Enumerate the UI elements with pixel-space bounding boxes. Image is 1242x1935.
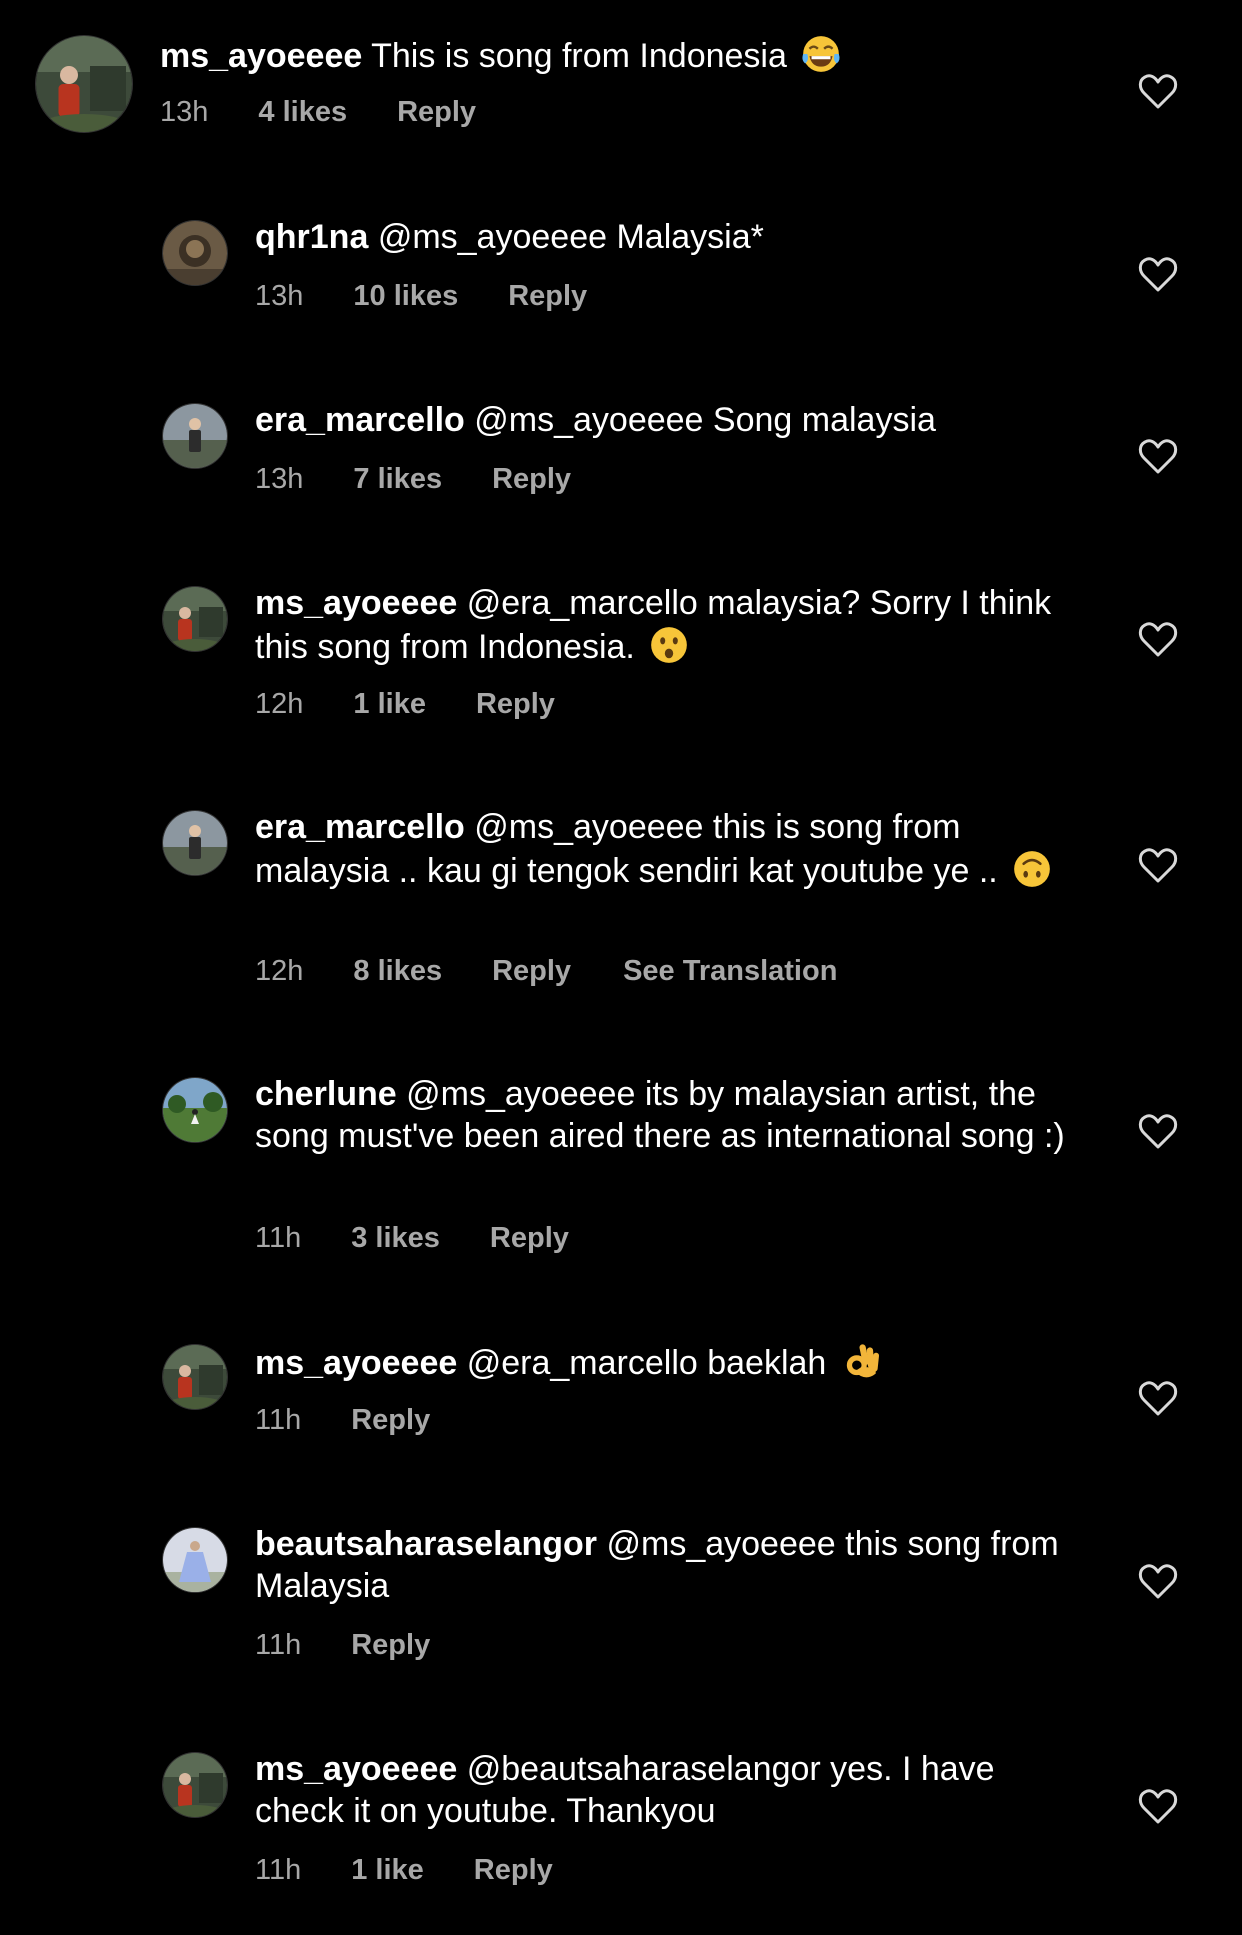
comment-body: ms_ayoeeee @beautsaharaselangor yes. I h… bbox=[255, 1748, 1072, 1832]
avatar[interactable] bbox=[163, 221, 227, 285]
heart-icon[interactable] bbox=[1138, 846, 1178, 884]
reply-button[interactable]: Reply bbox=[351, 1629, 430, 1662]
likes-count[interactable]: 7 likes bbox=[353, 463, 442, 496]
reply-button[interactable]: Reply bbox=[492, 955, 571, 988]
username[interactable]: ms_ayoeeee bbox=[255, 1750, 457, 1788]
comment-body: era_marcello @ms_ayoeeee Song malaysia bbox=[255, 399, 1072, 441]
timestamp: 11h bbox=[255, 1404, 302, 1436]
likes-count[interactable]: 1 like bbox=[351, 1854, 424, 1887]
username[interactable]: cherlune bbox=[255, 1075, 397, 1113]
heart-icon[interactable] bbox=[1138, 72, 1178, 110]
timestamp: 13h bbox=[255, 463, 304, 495]
likes-count[interactable]: 10 likes bbox=[353, 280, 458, 313]
comment-text: @era_marcello baeklah bbox=[466, 1344, 827, 1382]
likes-count[interactable]: 4 likes bbox=[258, 96, 347, 129]
timestamp: 11h bbox=[255, 1854, 302, 1886]
tears-of-joy-emoji-icon bbox=[800, 33, 842, 75]
comment-body: ms_ayoeeee @era_marcello malaysia? Sorry… bbox=[255, 582, 1072, 668]
comment-meta: 11h 3 likes Reply bbox=[255, 1222, 621, 1255]
avatar[interactable] bbox=[163, 1753, 227, 1817]
timestamp: 12h bbox=[255, 955, 304, 987]
timestamp: 11h bbox=[255, 1222, 302, 1254]
username[interactable]: ms_ayoeeee bbox=[160, 37, 362, 75]
heart-icon[interactable] bbox=[1138, 620, 1178, 658]
comment-body: beautsaharaselangor @ms_ayoeeee this son… bbox=[255, 1523, 1072, 1607]
comment-body: era_marcello @ms_ayoeeee this is song fr… bbox=[255, 806, 1072, 892]
timestamp: 12h bbox=[255, 688, 304, 720]
reply-button[interactable]: Reply bbox=[492, 463, 571, 496]
comment-meta: 13h 10 likes Reply bbox=[255, 280, 639, 313]
avatar[interactable] bbox=[36, 36, 132, 132]
timestamp: 11h bbox=[255, 1629, 302, 1661]
heart-icon[interactable] bbox=[1138, 1112, 1178, 1150]
comment-body: cherlune @ms_ayoeeee its by malaysian ar… bbox=[255, 1073, 1072, 1157]
avatar[interactable] bbox=[163, 404, 227, 468]
comment-text: @ms_ayoeeee Malaysia* bbox=[377, 218, 764, 256]
reply-button[interactable]: Reply bbox=[476, 688, 555, 721]
likes-count[interactable]: 8 likes bbox=[353, 955, 442, 988]
comment-meta: 11h 1 like Reply bbox=[255, 1854, 605, 1887]
username[interactable]: ms_ayoeeee bbox=[255, 1344, 457, 1382]
avatar[interactable] bbox=[163, 587, 227, 651]
comment-meta: 11h Reply bbox=[255, 1404, 482, 1437]
comment-meta: 13h 4 likes Reply bbox=[160, 96, 528, 129]
username[interactable]: beautsaharaselangor bbox=[255, 1525, 597, 1563]
timestamp: 13h bbox=[160, 96, 209, 128]
comment-meta: 13h 7 likes Reply bbox=[255, 463, 623, 496]
ok-hand-emoji-icon bbox=[840, 1340, 882, 1382]
likes-count[interactable]: 1 like bbox=[353, 688, 426, 721]
hushed-face-emoji-icon bbox=[648, 624, 690, 666]
reply-button[interactable]: Reply bbox=[351, 1404, 430, 1437]
likes-count[interactable]: 3 likes bbox=[351, 1222, 440, 1255]
heart-icon[interactable] bbox=[1138, 437, 1178, 475]
avatar[interactable] bbox=[163, 1078, 227, 1142]
username[interactable]: era_marcello bbox=[255, 808, 465, 846]
username[interactable]: era_marcello bbox=[255, 401, 465, 439]
comment-body: ms_ayoeeee This is song from Indonesia bbox=[160, 33, 1072, 77]
reply-button[interactable]: Reply bbox=[508, 280, 587, 313]
comment-meta: 11h Reply bbox=[255, 1629, 482, 1662]
reply-button[interactable]: Reply bbox=[397, 96, 476, 129]
see-translation-link[interactable]: See Translation bbox=[623, 955, 837, 988]
avatar[interactable] bbox=[163, 811, 227, 875]
avatar[interactable] bbox=[163, 1345, 227, 1409]
comment-text: @ms_ayoeeee Song malaysia bbox=[474, 401, 936, 439]
comment-meta: 12h 1 like Reply bbox=[255, 688, 607, 721]
heart-icon[interactable] bbox=[1138, 1562, 1178, 1600]
username[interactable]: qhr1na bbox=[255, 218, 368, 256]
heart-icon[interactable] bbox=[1138, 1787, 1178, 1825]
comment-body: qhr1na @ms_ayoeeee Malaysia* bbox=[255, 216, 1072, 258]
heart-icon[interactable] bbox=[1138, 1379, 1178, 1417]
comment-meta: 12h 8 likes Reply See Translation bbox=[255, 955, 837, 988]
comment-text: This is song from Indonesia bbox=[371, 37, 787, 75]
avatar[interactable] bbox=[163, 1528, 227, 1592]
reply-button[interactable]: Reply bbox=[490, 1222, 569, 1255]
username[interactable]: ms_ayoeeee bbox=[255, 584, 457, 622]
timestamp: 13h bbox=[255, 280, 304, 312]
heart-icon[interactable] bbox=[1138, 255, 1178, 293]
comments-thread: ms_ayoeeee This is song from Indonesia 1… bbox=[0, 0, 1242, 1935]
comment-body: ms_ayoeeee @era_marcello baeklah bbox=[255, 1340, 1072, 1384]
upside-down-face-emoji-icon bbox=[1011, 848, 1053, 890]
reply-button[interactable]: Reply bbox=[474, 1854, 553, 1887]
